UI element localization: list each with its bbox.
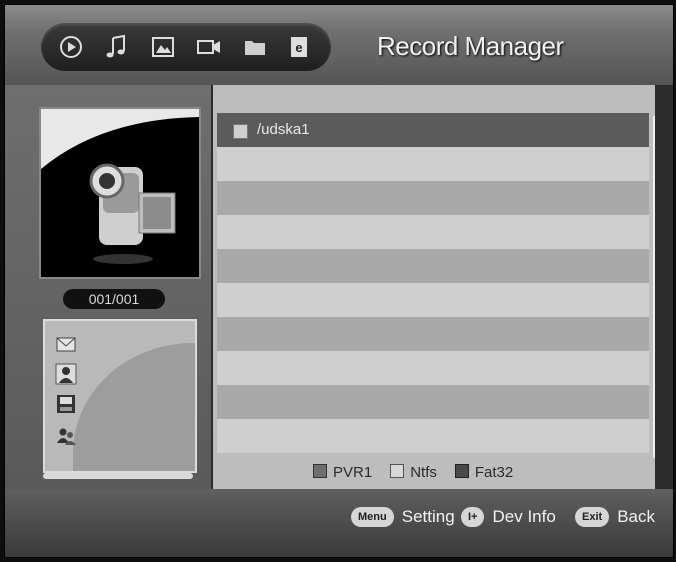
camera-icon[interactable] bbox=[193, 31, 225, 63]
setting-label: Setting bbox=[401, 507, 455, 526]
folder-icon[interactable] bbox=[239, 31, 271, 63]
list-item[interactable]: /udska1 bbox=[217, 113, 649, 147]
list-item[interactable] bbox=[217, 317, 649, 351]
page-title: Record Manager bbox=[377, 31, 564, 61]
preview-thumbnail bbox=[39, 107, 201, 279]
media-tab-bar: e bbox=[41, 23, 331, 71]
back-label: Back bbox=[617, 507, 655, 526]
record-manager-screen: e Record Manager 001/001 /udska1 PVR1 Nt… bbox=[4, 4, 674, 558]
music-note-icon[interactable] bbox=[101, 31, 133, 63]
file-list-panel: /udska1 PVR1 Ntfs Fat32 bbox=[213, 85, 655, 489]
list-item[interactable] bbox=[217, 351, 649, 385]
left-panel: 001/001 bbox=[5, 85, 211, 489]
pvr1-swatch bbox=[313, 463, 327, 478]
filesystem-legend: PVR1 Ntfs Fat32 bbox=[313, 461, 513, 483]
dev-info-label: Dev Info bbox=[492, 507, 556, 526]
list-item[interactable] bbox=[217, 249, 649, 283]
list-item[interactable] bbox=[217, 385, 649, 419]
exit-key: Exit bbox=[575, 507, 610, 527]
user-group-icon bbox=[55, 425, 77, 447]
play-circle-icon[interactable] bbox=[55, 31, 87, 63]
menu-key: Menu bbox=[351, 507, 394, 527]
legend-item-ntfs: Ntfs bbox=[390, 463, 437, 481]
file-counter: 001/001 bbox=[63, 289, 165, 309]
dev-info-hint[interactable]: I+ Dev Info bbox=[461, 507, 556, 527]
file-icon bbox=[233, 124, 248, 139]
list-item[interactable] bbox=[217, 215, 649, 249]
list-item[interactable] bbox=[217, 283, 649, 317]
list-item[interactable] bbox=[217, 181, 649, 215]
svg-text:e: e bbox=[295, 40, 302, 55]
list-scrollbar[interactable] bbox=[653, 115, 655, 459]
bottom-bar: Menu Setting I+ Dev Info Exit Back bbox=[5, 489, 673, 557]
ntfs-swatch bbox=[390, 463, 405, 478]
setting-hint[interactable]: Menu Setting bbox=[351, 507, 455, 527]
info-key: I+ bbox=[461, 507, 485, 527]
camcorder-image bbox=[41, 109, 199, 264]
list-item[interactable] bbox=[217, 419, 649, 453]
back-hint[interactable]: Exit Back bbox=[575, 507, 655, 527]
fat32-swatch bbox=[454, 463, 469, 478]
legend-item-pvr1: PVR1 bbox=[313, 463, 372, 481]
top-bar: e Record Manager bbox=[5, 5, 673, 85]
list-item[interactable] bbox=[217, 147, 649, 181]
mail-icon bbox=[55, 333, 77, 355]
device-info-box bbox=[43, 319, 197, 473]
photo-icon[interactable] bbox=[147, 31, 179, 63]
capacity-bar bbox=[43, 473, 193, 479]
legend-item-fat32: Fat32 bbox=[454, 463, 513, 481]
list-item-label: /udska1 bbox=[257, 121, 310, 138]
person-icon bbox=[55, 363, 77, 385]
disk-icon bbox=[55, 393, 77, 415]
ebook-icon[interactable]: e bbox=[283, 31, 315, 63]
